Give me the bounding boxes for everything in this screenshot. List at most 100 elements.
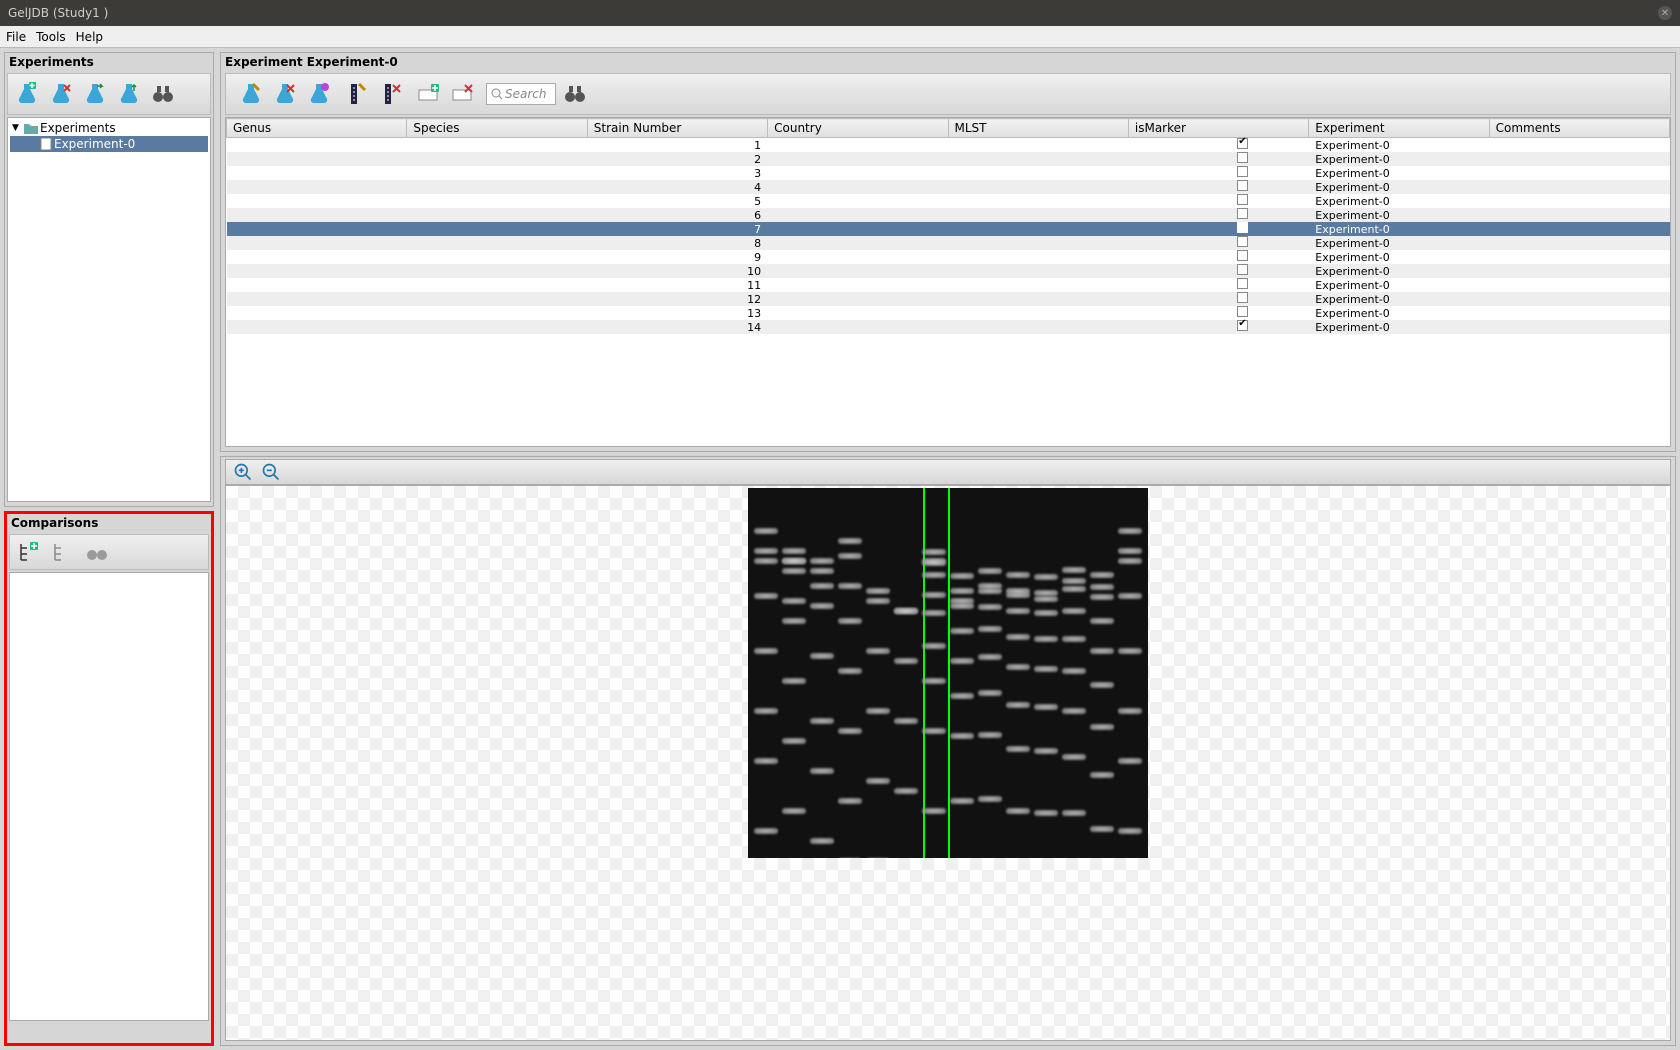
tree-add-button[interactable]	[14, 537, 44, 567]
flask-up-button[interactable]	[114, 79, 144, 109]
binoculars-search-button[interactable]	[560, 79, 590, 109]
gel-viewer-panel	[220, 456, 1676, 1046]
ismarker-checkbox[interactable]	[1237, 292, 1248, 303]
binoculars-button[interactable]	[148, 79, 178, 109]
table-row[interactable]: 7 Experiment-0	[227, 222, 1670, 236]
menu-help[interactable]: Help	[76, 30, 103, 44]
table-row[interactable]: 8Experiment-0	[227, 236, 1670, 250]
column-header-species[interactable]: Species	[407, 119, 587, 138]
zoom-in-button[interactable]	[232, 461, 254, 483]
ismarker-checkbox[interactable]	[1237, 320, 1248, 331]
close-icon[interactable]: ✕	[1658, 6, 1672, 20]
flask-del-button[interactable]	[46, 79, 76, 109]
strain-cell: 8	[587, 236, 767, 250]
binoculars-button-2[interactable]	[82, 537, 112, 567]
strain-cell: 4	[587, 180, 767, 194]
experiment-cell: Experiment-0	[1309, 222, 1489, 236]
ismarker-checkbox[interactable]	[1237, 222, 1248, 233]
strain-cell: 10	[587, 264, 767, 278]
table-row[interactable]: 11 Experiment-0	[227, 278, 1670, 292]
flask-config-button[interactable]	[304, 79, 334, 109]
column-header-mlst[interactable]: MLST	[948, 119, 1128, 138]
title-bar: GelJDB (Study1 ) ✕	[0, 0, 1680, 26]
ismarker-checkbox[interactable]	[1237, 264, 1248, 275]
ismarker-checkbox[interactable]	[1237, 180, 1248, 191]
flask-add-button[interactable]	[12, 79, 42, 109]
table-row[interactable]: 14 Experiment-0	[227, 320, 1670, 334]
ismarker-checkbox[interactable]	[1237, 166, 1248, 177]
experiment-cell: Experiment-0	[1309, 180, 1489, 194]
ismarker-checkbox[interactable]	[1237, 250, 1248, 261]
viewer-toolbar	[225, 459, 1671, 485]
experiment-cell: Experiment-0	[1309, 320, 1489, 334]
experiments-panel-title: Experiments	[5, 53, 213, 71]
tree-toggle-icon[interactable]: ▼	[12, 123, 22, 133]
table-row[interactable]: 12Experiment-0	[227, 292, 1670, 306]
experiment-cell: Experiment-0	[1309, 306, 1489, 320]
zoom-out-button[interactable]	[260, 461, 282, 483]
lane-edit-button[interactable]	[342, 79, 372, 109]
table-row[interactable]: 3Experiment-0	[227, 166, 1670, 180]
ismarker-checkbox[interactable]	[1237, 278, 1248, 289]
strain-cell: 11	[587, 278, 767, 292]
flask-delete-button[interactable]	[270, 79, 300, 109]
strain-cell: 14	[587, 320, 767, 334]
column-header-strain-number[interactable]: Strain Number	[587, 119, 767, 138]
strain-table[interactable]: GenusSpeciesStrain NumberCountryMLSTisMa…	[225, 117, 1671, 447]
ismarker-checkbox[interactable]	[1237, 138, 1248, 149]
tree-button[interactable]	[48, 537, 78, 567]
table-row[interactable]: 13Experiment-0	[227, 306, 1670, 320]
search-input[interactable]: Search	[486, 83, 556, 105]
table-row[interactable]: 5 Experiment-0	[227, 194, 1670, 208]
column-header-country[interactable]: Country	[768, 119, 948, 138]
column-header-experiment[interactable]: Experiment	[1309, 119, 1489, 138]
file-icon	[40, 138, 52, 150]
column-header-comments[interactable]: Comments	[1489, 119, 1669, 138]
table-row[interactable]: 1Experiment-0	[227, 138, 1670, 153]
menu-bar: File Tools Help	[0, 26, 1680, 48]
table-row[interactable]: 6Experiment-0	[227, 208, 1670, 222]
comparisons-panel-title: Comparisons	[7, 514, 211, 532]
strain-cell: 1	[587, 138, 767, 153]
flask-edit-button[interactable]	[236, 79, 266, 109]
flask-next-button[interactable]	[80, 79, 110, 109]
tree-root-label: Experiments	[40, 121, 116, 135]
table-row[interactable]: 9 Experiment-0	[227, 250, 1670, 264]
gel-viewer-canvas[interactable]	[225, 485, 1671, 1041]
comparisons-panel: Comparisons	[4, 511, 214, 1046]
menu-file[interactable]: File	[6, 30, 26, 44]
experiment-detail-panel: Experiment Experiment-0 Search	[220, 52, 1676, 452]
ismarker-checkbox[interactable]	[1237, 306, 1248, 317]
experiment-cell: Experiment-0	[1309, 250, 1489, 264]
detail-toolbar: Search	[225, 73, 1671, 115]
lane-delete-button[interactable]	[376, 79, 406, 109]
strain-cell: 7	[587, 222, 767, 236]
tree-root-row[interactable]: ▼ Experiments	[10, 120, 208, 136]
strain-cell: 5	[587, 194, 767, 208]
ismarker-checkbox[interactable]	[1237, 236, 1248, 247]
column-header-genus[interactable]: Genus	[227, 119, 407, 138]
table-row[interactable]: 10Experiment-0	[227, 264, 1670, 278]
comparisons-list[interactable]	[9, 572, 209, 1021]
marker-add-button[interactable]	[414, 79, 444, 109]
tree-item-label: Experiment-0	[54, 137, 135, 151]
strain-cell: 12	[587, 292, 767, 306]
experiments-tree[interactable]: ▼ Experiments Experiment-0	[7, 117, 211, 502]
tree-item-experiment-0[interactable]: Experiment-0	[10, 136, 208, 152]
ismarker-checkbox[interactable]	[1237, 152, 1248, 163]
experiment-cell: Experiment-0	[1309, 152, 1489, 166]
ismarker-checkbox[interactable]	[1237, 208, 1248, 219]
table-row[interactable]: 4 Experiment-0	[227, 180, 1670, 194]
strain-cell: 9	[587, 250, 767, 264]
experiment-cell: Experiment-0	[1309, 278, 1489, 292]
experiment-cell: Experiment-0	[1309, 194, 1489, 208]
experiment-cell: Experiment-0	[1309, 166, 1489, 180]
ismarker-checkbox[interactable]	[1237, 194, 1248, 205]
experiment-cell: Experiment-0	[1309, 208, 1489, 222]
menu-tools[interactable]: Tools	[36, 30, 66, 44]
marker-del-button[interactable]	[448, 79, 478, 109]
table-row[interactable]: 2 Experiment-0	[227, 152, 1670, 166]
column-header-ismarker[interactable]: isMarker	[1128, 119, 1308, 138]
strain-cell: 2	[587, 152, 767, 166]
window-title: GelJDB (Study1 )	[8, 6, 108, 20]
